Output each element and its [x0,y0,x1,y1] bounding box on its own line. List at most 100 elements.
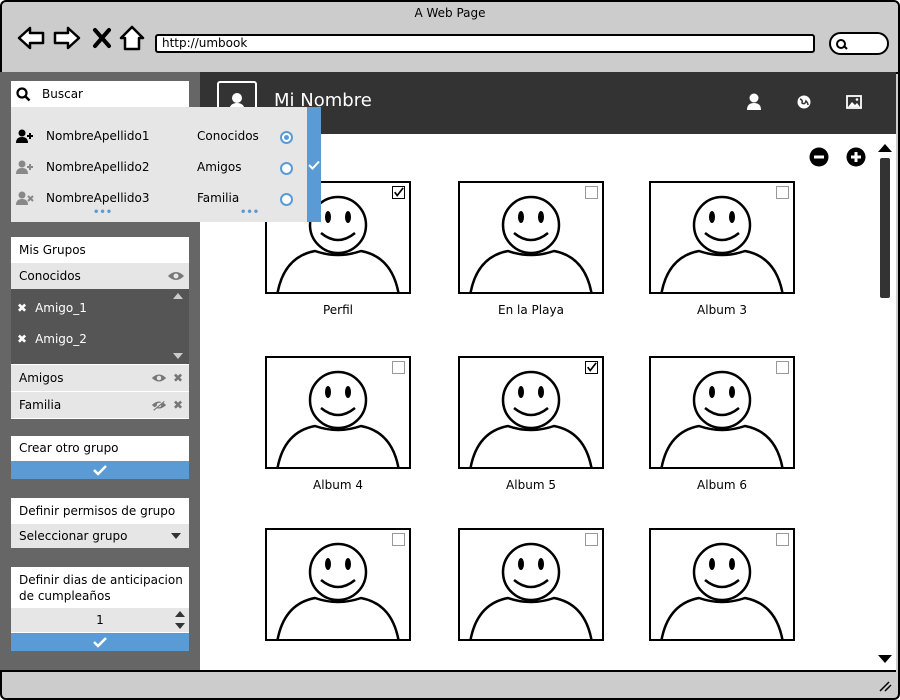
birthday-title: Definir dias de anticipacion de cumpleañ… [19,573,183,603]
zoom-out-icon[interactable] [809,147,829,167]
delete-icon[interactable]: ✖ [173,365,183,391]
group-label: Conocidos [19,269,81,283]
remove-icon[interactable]: ✖ [17,332,27,346]
album-caption: Album 3 [697,303,747,317]
album-thumbnail[interactable] [265,356,411,469]
album-thumbnail[interactable] [649,356,795,469]
album-checkbox[interactable] [585,533,598,546]
create-group-input[interactable]: Crear otro grupo [11,441,189,455]
user-add-icon[interactable] [16,129,34,143]
group-members-list: ✖ Amigo_1 ✖ Amigo_2 [11,289,189,364]
group-familia[interactable]: Familia ✖ [11,392,189,418]
permissions-panel: Definir permisos de grupo Seleccionar gr… [11,498,189,548]
group-option-familia[interactable]: Familia [197,191,239,205]
scroll-down-arrow-icon[interactable] [878,655,892,663]
search-input[interactable]: Buscar [42,87,83,101]
scrollbar-thumb[interactable] [880,158,890,298]
decrement-icon[interactable] [175,623,185,629]
result-name-3[interactable]: NombreApellido3 [46,191,149,205]
album-checkbox[interactable] [776,533,789,546]
search-panel[interactable]: Buscar [11,81,189,107]
user-remove-icon[interactable] [16,191,34,205]
photo-placeholder [469,542,593,639]
album-checkbox[interactable] [776,361,789,374]
my-groups-title: Mis Grupos [19,243,86,257]
group-option-amigos[interactable]: Amigos [197,160,241,174]
address-bar[interactable]: http://umbook [155,34,815,53]
increment-icon[interactable] [175,611,185,617]
back-arrow-icon[interactable] [16,24,46,52]
album-checkbox[interactable] [776,186,789,199]
image-icon[interactable] [844,92,864,112]
group-amigos[interactable]: Amigos ✖ [11,365,189,391]
album-thumbnail[interactable] [458,528,604,641]
group-conocidos[interactable]: Conocidos [11,263,189,289]
stop-icon[interactable] [90,24,114,52]
photo-placeholder [660,542,784,639]
radio-conocidos[interactable] [280,131,293,144]
days-confirm-button[interactable] [11,633,189,651]
more-results-icon[interactable]: ••• [93,207,112,218]
resize-grip-icon[interactable] [878,680,892,692]
zoom-in-icon[interactable] [846,147,866,167]
delete-icon[interactable]: ✖ [173,392,183,418]
photo-placeholder [469,370,593,467]
album-checkbox[interactable] [392,186,405,199]
permissions-title: Definir permisos de grupo [19,504,176,518]
album-checkbox[interactable] [392,361,405,374]
group-select[interactable]: Seleccionar grupo [11,524,189,548]
photo-placeholder [660,370,784,467]
my-groups-panel: Mis Grupos Conocidos ✖ Amigo_1 ✖ Amigo_2 A… [11,237,189,419]
album-thumbnail[interactable] [265,528,411,641]
list-item[interactable]: ✖ Amigo_2 [17,332,87,346]
globe-icon[interactable] [794,92,814,112]
remove-icon[interactable]: ✖ [17,301,27,315]
result-name-1[interactable]: NombreApellido1 [46,129,149,143]
check-icon [93,637,107,648]
album-caption: Album 4 [313,478,363,492]
group-option-conocidos[interactable]: Conocidos [197,129,259,143]
more-groups-icon[interactable]: ••• [240,207,259,218]
window-title: A Web Page [414,6,486,20]
scroll-up-icon[interactable] [173,293,183,299]
browser-search-box[interactable] [829,32,889,55]
scroll-down-icon[interactable] [173,353,183,359]
list-item[interactable]: ✖ Amigo_1 [17,301,87,315]
photo-placeholder [276,542,400,639]
create-group-confirm-button[interactable] [11,461,189,479]
check-icon [93,465,107,476]
photo-placeholder [469,195,593,292]
album-caption: En la Playa [498,303,564,317]
eye-icon[interactable] [167,270,185,282]
home-icon[interactable] [118,24,146,52]
create-group-panel: Crear otro grupo [11,436,189,479]
album-caption: Perfil [322,303,354,317]
selection-strip [307,107,321,222]
radio-amigos[interactable] [280,162,293,175]
album-checkbox[interactable] [585,186,598,199]
days-stepper[interactable]: 1 [11,608,189,632]
user-icon[interactable] [744,92,764,112]
album-thumbnail[interactable] [458,356,604,469]
photo-placeholder [276,370,400,467]
check-icon [308,160,320,170]
album-thumbnail[interactable] [649,181,795,294]
album-thumbnail[interactable] [458,181,604,294]
album-thumbnail[interactable] [649,528,795,641]
scroll-up-arrow-icon[interactable] [878,144,892,152]
eye-icon[interactable] [151,372,167,384]
search-icon [16,87,31,102]
result-name-2[interactable]: NombreApellido2 [46,160,149,174]
chevron-down-icon [171,533,181,539]
photo-placeholder [660,195,784,292]
user-add-icon[interactable] [16,160,34,174]
radio-familia[interactable] [280,193,293,206]
search-icon [836,39,848,50]
eye-off-icon[interactable] [151,399,167,411]
album-checkbox[interactable] [585,361,598,374]
birthday-panel: Definir dias de anticipacion de cumpleañ… [11,567,189,651]
forward-arrow-icon[interactable] [52,24,82,52]
album-caption: Album 5 [506,478,556,492]
album-checkbox[interactable] [392,533,405,546]
album-caption: Album 6 [697,478,747,492]
